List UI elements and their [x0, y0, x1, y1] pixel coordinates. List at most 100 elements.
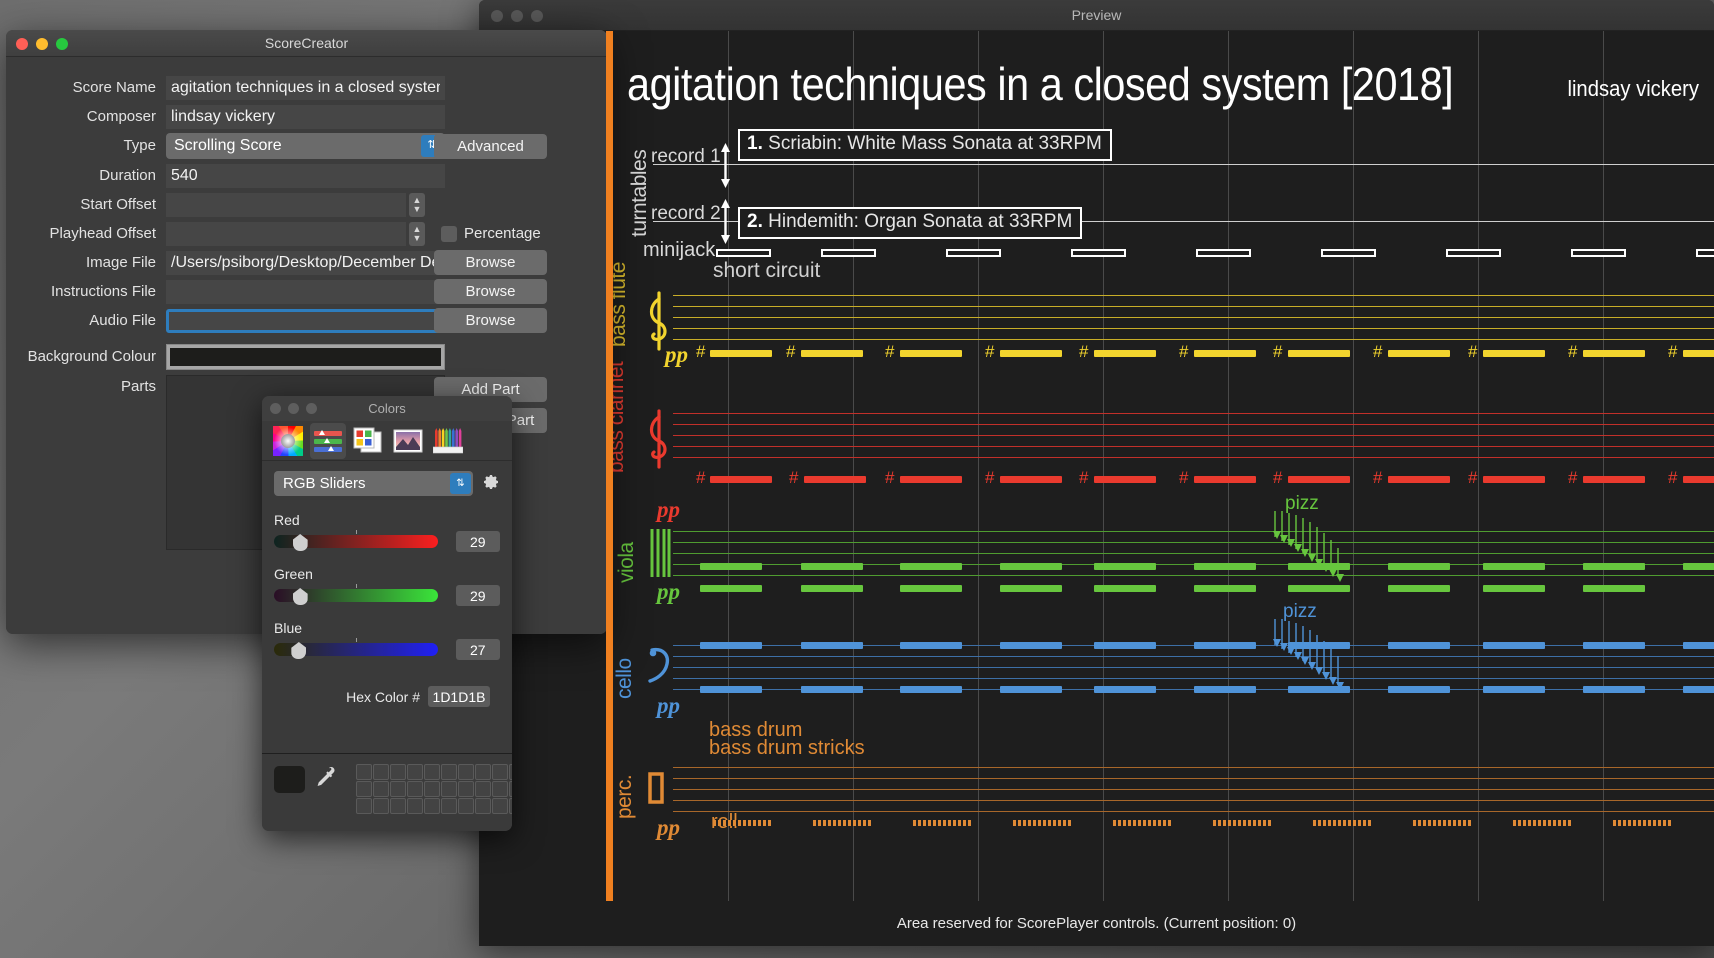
swatch-cell[interactable]: [458, 781, 474, 797]
swatch-cell[interactable]: [458, 764, 474, 780]
score-title: agitation techniques in a closed system …: [627, 58, 1454, 110]
hex-color-input[interactable]: 1D1D1B: [428, 686, 490, 707]
colors-content: RGB Sliders ⇅ Red 29 Green 29 Blue 27 He…: [262, 461, 512, 707]
red-slider-knob[interactable]: [292, 534, 308, 551]
background-colour-well[interactable]: [166, 343, 445, 370]
duration-input[interactable]: [166, 163, 445, 188]
preview-traffic-lights[interactable]: [491, 10, 543, 22]
close-button[interactable]: [16, 38, 28, 50]
image-file-input[interactable]: [166, 250, 445, 275]
swatch-cell[interactable]: [373, 798, 389, 814]
color-wheel-icon[interactable]: [270, 423, 306, 459]
advanced-button[interactable]: Advanced: [434, 134, 547, 159]
label-type: Type: [123, 137, 156, 154]
close-button[interactable]: [270, 403, 281, 414]
gear-icon[interactable]: [482, 472, 500, 495]
dynamic-pp-bass-clarinet: pp: [657, 497, 680, 522]
swatch-cell[interactable]: [475, 781, 491, 797]
browse-instructions-button[interactable]: Browse: [434, 279, 547, 304]
swatch-cell[interactable]: [441, 764, 457, 780]
image-palette-icon[interactable]: [390, 423, 426, 459]
color-mode-dropdown[interactable]: RGB Sliders ⇅: [274, 471, 473, 496]
audio-file-input[interactable]: [166, 308, 445, 333]
blue-value[interactable]: 27: [455, 639, 500, 660]
browse-image-button[interactable]: Browse: [434, 250, 547, 275]
swatch-cell[interactable]: [356, 781, 372, 797]
type-dropdown[interactable]: Scrolling Score ⇅: [166, 132, 445, 159]
swatch-cell[interactable]: [509, 781, 512, 797]
creator-traffic-lights[interactable]: [16, 38, 68, 50]
swatch-cell[interactable]: [424, 798, 440, 814]
red-value[interactable]: 29: [455, 531, 500, 552]
label-playhead-offset: Playhead Offset: [49, 225, 156, 242]
swatch-cell[interactable]: [475, 764, 491, 780]
swatch-grid[interactable]: [356, 764, 512, 814]
score-composer: lindsay vickery: [1567, 76, 1699, 101]
swatch-cell[interactable]: [458, 798, 474, 814]
red-slider[interactable]: [274, 530, 438, 551]
zoom-button[interactable]: [306, 403, 317, 414]
swatch-cell[interactable]: [475, 798, 491, 814]
percentage-checkbox-group[interactable]: Percentage: [441, 225, 541, 242]
green-slider[interactable]: [274, 584, 438, 605]
eyedropper-icon[interactable]: [314, 766, 336, 795]
swatch-cell[interactable]: [407, 798, 423, 814]
zoom-button[interactable]: [531, 10, 543, 22]
swatch-cell[interactable]: [390, 781, 406, 797]
close-button[interactable]: [491, 10, 503, 22]
swatch-cell[interactable]: [424, 781, 440, 797]
score-content: agitation techniques in a closed system …: [613, 31, 1714, 901]
swatch-cell[interactable]: [373, 764, 389, 780]
swatch-cell[interactable]: [441, 798, 457, 814]
start-offset-input[interactable]: [166, 192, 406, 217]
playhead-bar: [606, 31, 613, 901]
swatch-cell[interactable]: [390, 764, 406, 780]
dynamic-pp-cello: pp: [657, 693, 680, 718]
swatch-cell[interactable]: [492, 798, 508, 814]
swatch-cell[interactable]: [509, 764, 512, 780]
swatch-cell[interactable]: [492, 781, 508, 797]
minimize-button[interactable]: [288, 403, 299, 414]
swatch-cell[interactable]: [390, 798, 406, 814]
swatch-cell[interactable]: [509, 798, 512, 814]
swatch-cell[interactable]: [441, 781, 457, 797]
blue-slider-knob[interactable]: [291, 642, 307, 659]
swatch-cell[interactable]: [424, 764, 440, 780]
minimize-button[interactable]: [36, 38, 48, 50]
green-value[interactable]: 29: [455, 585, 500, 606]
label-image-file: Image File: [85, 254, 156, 271]
swatch-cell[interactable]: [407, 764, 423, 780]
green-slider-knob[interactable]: [292, 588, 308, 605]
score-name-input[interactable]: [166, 75, 445, 100]
swatch-cell[interactable]: [356, 798, 372, 814]
minimize-button[interactable]: [511, 10, 523, 22]
dynamic-pp-viola: pp: [657, 579, 680, 604]
pencils-icon[interactable]: [430, 423, 466, 459]
playhead-offset-stepper[interactable]: ▲ ▼: [409, 221, 425, 246]
percentage-checkbox[interactable]: [441, 225, 457, 242]
score-canvas: agitation techniques in a closed system …: [479, 31, 1714, 901]
label-start-offset: Start Offset: [80, 196, 156, 213]
swatch-cell[interactable]: [407, 781, 423, 797]
blue-slider[interactable]: [274, 638, 438, 659]
swatch-cell[interactable]: [373, 781, 389, 797]
browse-audio-button[interactable]: Browse: [434, 308, 547, 333]
colors-toolbar: [262, 421, 512, 461]
zoom-button[interactable]: [56, 38, 68, 50]
composer-input[interactable]: [166, 104, 445, 129]
label-parts: Parts: [120, 378, 156, 395]
swatch-cell[interactable]: [492, 764, 508, 780]
slider-tick: [355, 584, 357, 588]
palettes-icon[interactable]: [350, 423, 386, 459]
swatch-cell[interactable]: [356, 764, 372, 780]
slider-label-green: Green: [274, 566, 313, 582]
instructions-file-input[interactable]: [166, 279, 445, 304]
percentage-label: Percentage: [464, 225, 541, 242]
start-offset-stepper[interactable]: ▲ ▼: [409, 192, 425, 217]
scorecreator-window-title: ScoreCreator: [264, 35, 349, 51]
label-background-colour: Background Colour: [27, 348, 156, 365]
playhead-offset-input[interactable]: [166, 221, 406, 246]
sliders-icon[interactable]: [310, 422, 346, 459]
colors-traffic-lights[interactable]: [270, 403, 317, 414]
current-color-swatch[interactable]: [274, 766, 305, 793]
